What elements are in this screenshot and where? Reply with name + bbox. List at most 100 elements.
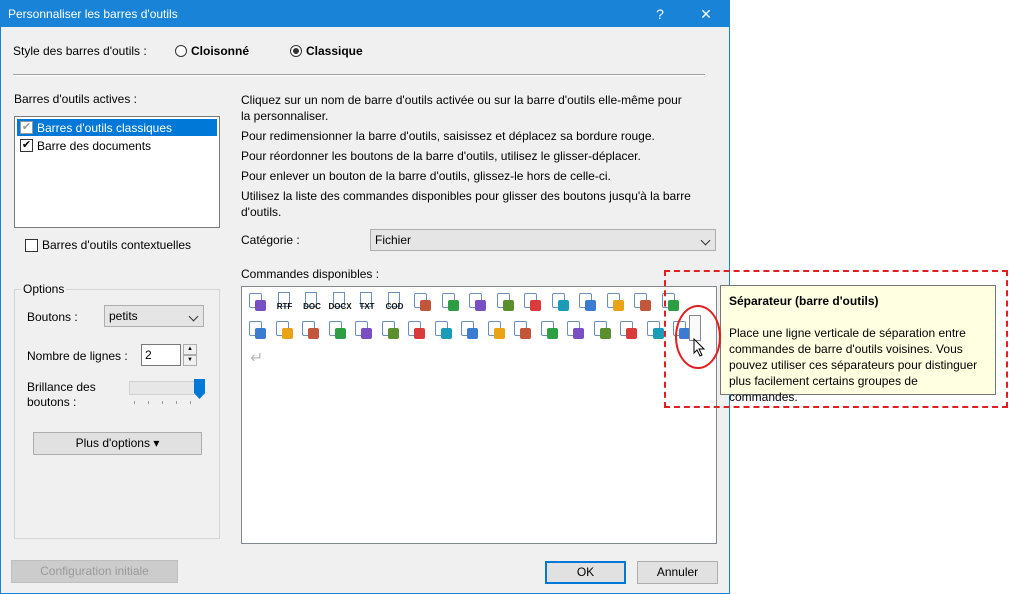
- slider-tick: [176, 401, 177, 404]
- copy-doc-icon[interactable]: [466, 291, 488, 313]
- lines-count-input[interactable]: 2: [141, 344, 181, 366]
- list-item-label: Barre des documents: [37, 139, 152, 153]
- instruction-line: Cliquez sur un nom de barre d'outils act…: [241, 93, 682, 107]
- lines-count-value: 2: [145, 348, 152, 362]
- slider-tick: [134, 401, 135, 404]
- instruction-line: d'outils.: [241, 205, 282, 219]
- contextual-toolbars-label[interactable]: Barres d'outils contextuelles: [42, 238, 191, 252]
- active-toolbars-label: Barres d'outils actives :: [14, 92, 138, 106]
- doc-label: DOC: [303, 302, 321, 311]
- wizard-icon[interactable]: [439, 291, 461, 313]
- more-options-button[interactable]: Plus d'options ▾: [33, 432, 202, 455]
- brightness-label-line1: Brillance des: [27, 380, 96, 394]
- style-label: Style des barres d'outils :: [13, 44, 147, 58]
- cancel-button[interactable]: Annuler: [637, 561, 718, 584]
- network-icon[interactable]: [273, 319, 295, 341]
- cod-icon[interactable]: COD: [384, 291, 406, 313]
- mouse-cursor-icon: [693, 338, 706, 357]
- lines-count-stepper[interactable]: ▲ ▼: [183, 344, 197, 366]
- rtf-icon[interactable]: RTF: [274, 291, 296, 313]
- mail-icon[interactable]: [511, 319, 533, 341]
- brightness-label-line2: boutons :: [27, 395, 77, 409]
- slider-tick: [190, 401, 191, 404]
- category-label: Catégorie :: [241, 233, 300, 247]
- web-icon[interactable]: [576, 291, 598, 313]
- list-item-classic-toolbars[interactable]: ✔ Barres d'outils classiques: [17, 119, 217, 136]
- export-doc-icon[interactable]: [458, 319, 480, 341]
- fax-icon[interactable]: [564, 319, 586, 341]
- customize-toolbars-dialog: Personnaliser les barres d'outils ? ✕ St…: [0, 0, 730, 594]
- commands-label: Commandes disponibles :: [241, 267, 380, 281]
- save-icon[interactable]: [494, 291, 516, 313]
- send-icon[interactable]: [485, 319, 507, 341]
- save-as-icon[interactable]: [521, 291, 543, 313]
- stepper-up-icon[interactable]: ▲: [183, 344, 197, 355]
- slider-tick: [162, 401, 163, 404]
- open-icon[interactable]: [411, 291, 433, 313]
- delete-doc-icon[interactable]: [591, 319, 613, 341]
- docx-label: DOCX: [328, 302, 352, 311]
- buttons-size-value: petits: [109, 309, 138, 323]
- instruction-line: Pour redimensionner la barre d'outils, s…: [241, 129, 655, 143]
- help-button[interactable]: ?: [645, 4, 675, 24]
- tooltip-line: commandes de barre d'outils voisines. Vo…: [729, 342, 963, 356]
- instruction-line: Pour réordonner les boutons de la barre …: [241, 149, 641, 163]
- lines-count-label: Nombre de lignes :: [27, 349, 128, 363]
- checkbox-classic-toolbars[interactable]: ✔: [20, 121, 33, 134]
- instruction-line: Utilisez la liste des commandes disponib…: [241, 189, 691, 203]
- divider: [13, 74, 705, 76]
- ok-button[interactable]: OK: [545, 561, 626, 584]
- title-bar: Personnaliser les barres d'outils ? ✕: [1, 1, 729, 27]
- tooltip-line: plus facilement certains groupes de comm…: [729, 374, 918, 404]
- enter-icon[interactable]: ↵: [250, 348, 263, 368]
- close-doc-icon[interactable]: [617, 319, 639, 341]
- docx-icon[interactable]: DOCX: [328, 291, 352, 313]
- annotation-circle: [675, 305, 721, 369]
- compare-icon[interactable]: [299, 319, 321, 341]
- txt-label: TXT: [359, 302, 375, 311]
- radio-cloisonne[interactable]: [175, 45, 187, 57]
- help-icon[interactable]: [352, 319, 374, 341]
- doc-icon[interactable]: DOC: [301, 291, 323, 313]
- preview-icon[interactable]: [379, 319, 401, 341]
- txt-icon[interactable]: TXT: [356, 291, 378, 313]
- package-icon[interactable]: [644, 319, 666, 341]
- close-button[interactable]: ✕: [691, 4, 721, 24]
- print-icon[interactable]: [604, 291, 626, 313]
- new-doc-icon[interactable]: [246, 291, 268, 313]
- import-icon[interactable]: [432, 319, 454, 341]
- rtf-label: RTF: [276, 302, 293, 311]
- tooltip-body: Place une ligne verticale de séparation …: [729, 325, 987, 405]
- buttons-size-select[interactable]: petits: [104, 305, 204, 327]
- tooltip-title: Séparateur (barre d'outils): [729, 294, 879, 308]
- slider-tick: [148, 401, 149, 404]
- merge-icon[interactable]: [246, 319, 268, 341]
- stepper-down-icon[interactable]: ▼: [183, 355, 197, 366]
- export-icon[interactable]: [549, 291, 571, 313]
- brightness-slider-track[interactable]: [129, 381, 205, 395]
- radio-classique-label[interactable]: Classique: [306, 44, 363, 58]
- tooltip: Séparateur (barre d'outils) Place une li…: [720, 285, 996, 404]
- active-toolbars-list[interactable]: ✔ Barres d'outils classiques ✔ Barre des…: [14, 116, 220, 228]
- cod-label: COD: [385, 302, 404, 311]
- reset-button[interactable]: Configuration initiale: [11, 560, 178, 583]
- chevron-down-icon: [188, 311, 199, 322]
- radio-classique[interactable]: [290, 45, 302, 57]
- instructions: Cliquez sur un nom de barre d'outils act…: [241, 92, 701, 220]
- list-item-label: Barres d'outils classiques: [37, 121, 173, 135]
- zoom-icon[interactable]: [326, 319, 348, 341]
- mail-multi-icon[interactable]: [538, 319, 560, 341]
- tooltip-line: pouvez utiliser ces séparateurs pour dis…: [729, 358, 978, 372]
- contextual-toolbars-checkbox[interactable]: [25, 239, 38, 252]
- window-title: Personnaliser les barres d'outils: [8, 7, 178, 21]
- checkbox-documents-bar[interactable]: ✔: [20, 139, 33, 152]
- category-select[interactable]: Fichier: [370, 229, 716, 251]
- commands-list[interactable]: RTF DOC DOCX TXT COD: [241, 286, 717, 544]
- list-item-documents-bar[interactable]: ✔ Barre des documents: [17, 137, 217, 154]
- radio-cloisonne-label[interactable]: Cloisonné: [191, 44, 249, 58]
- category-value: Fichier: [375, 233, 412, 247]
- instruction-line: la personnaliser.: [241, 109, 329, 123]
- save-close-icon[interactable]: [631, 291, 653, 313]
- edit-icon[interactable]: [405, 319, 427, 341]
- chevron-down-icon: [700, 235, 711, 246]
